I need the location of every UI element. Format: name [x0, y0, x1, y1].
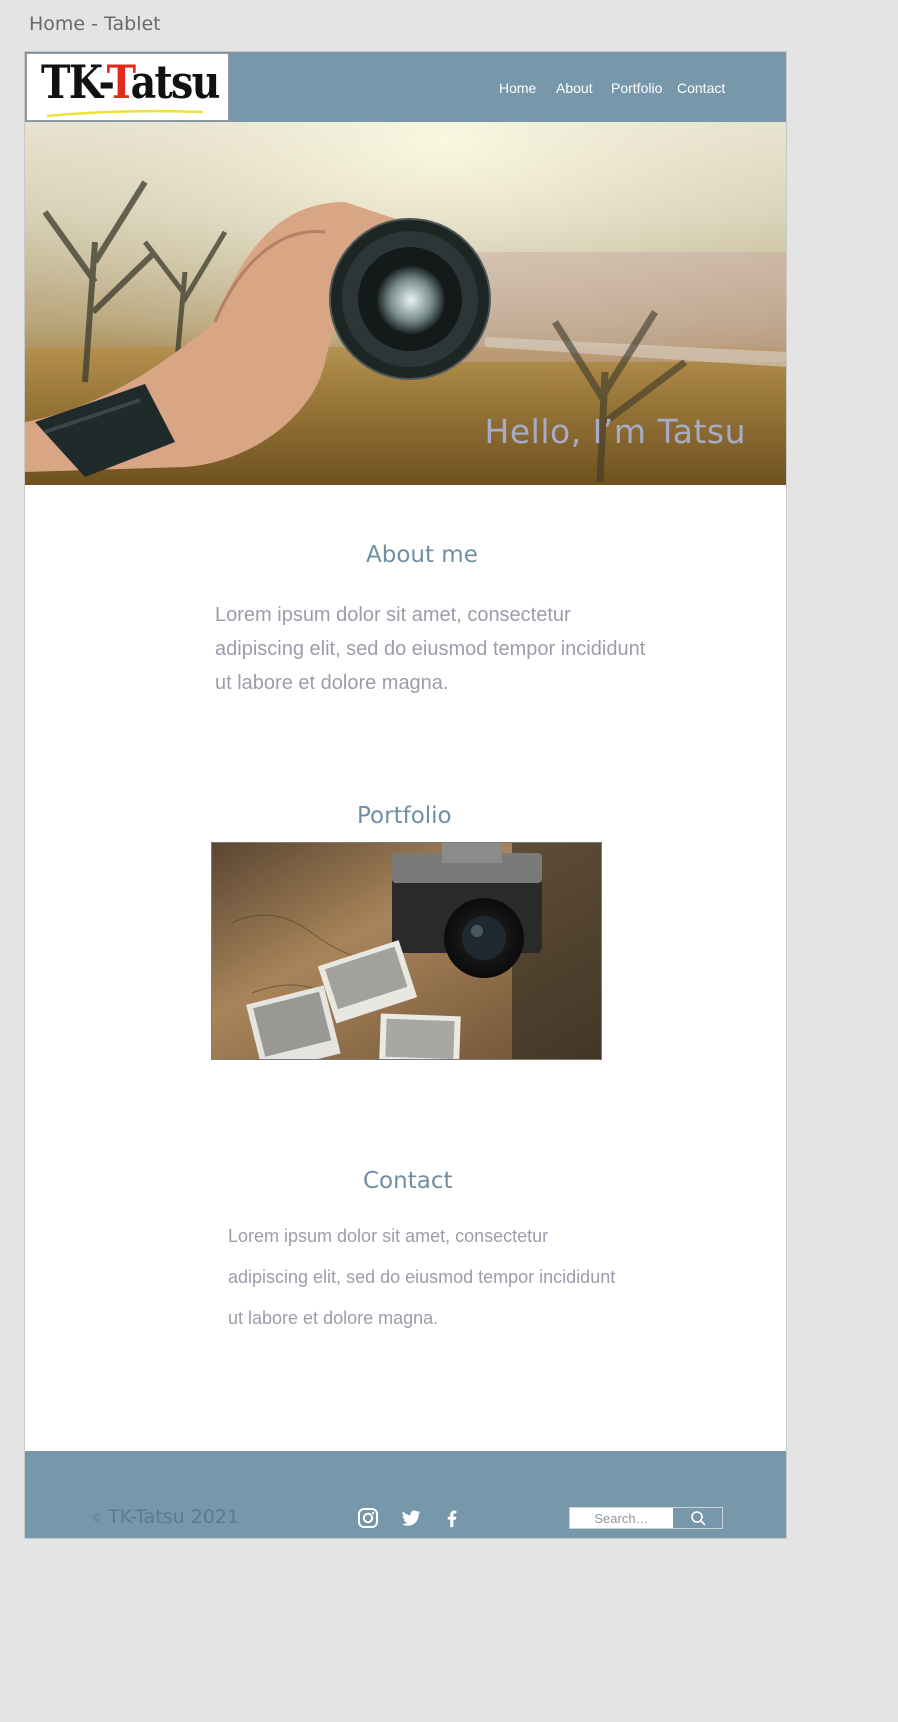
hero-title: Hello, I’m Tatsu [484, 412, 746, 451]
logo-wordmark: TK-Tatsu [41, 55, 220, 109]
copyright: © TK-Tatsu 2021 [91, 1506, 240, 1528]
search-box [569, 1507, 723, 1529]
frame-label: Home - Tablet [29, 13, 161, 35]
search-button[interactable] [673, 1508, 722, 1528]
instagram-icon[interactable] [357, 1507, 379, 1529]
site-footer: © TK-Tatsu 2021 [25, 1451, 786, 1538]
hero-banner: Hello, I’m Tatsu [25, 122, 786, 485]
site-header: TK-Tatsu Home About Portfolio Contact [25, 52, 786, 122]
portfolio-photo [212, 843, 601, 1059]
about-text: Lorem ipsum dolor sit amet, consectetur … [215, 604, 646, 694]
twitter-icon[interactable] [400, 1507, 422, 1529]
search-input[interactable] [570, 1508, 673, 1528]
portfolio-heading: Portfolio [357, 803, 452, 829]
portfolio-image[interactable] [211, 842, 602, 1060]
nav-portfolio[interactable]: Portfolio [611, 80, 662, 96]
site-logo[interactable]: TK-Tatsu [26, 53, 229, 121]
about-heading: About me [366, 542, 478, 568]
contact-text: Lorem ipsum dolor sit amet, consectetur … [228, 1226, 616, 1328]
nav-contact[interactable]: Contact [677, 80, 725, 96]
contact-heading: Contact [363, 1168, 453, 1194]
nav-home[interactable]: Home [499, 80, 536, 96]
search-icon [690, 1511, 705, 1526]
nav-about[interactable]: About [556, 80, 593, 96]
logo-swoosh [46, 109, 204, 118]
page-artboard: TK-Tatsu Home About Portfolio Contact He… [24, 51, 787, 1539]
facebook-icon[interactable] [441, 1507, 463, 1529]
